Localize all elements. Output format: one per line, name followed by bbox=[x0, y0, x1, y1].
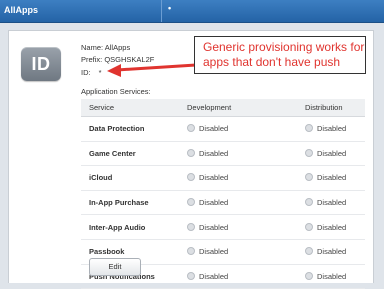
app-title: AllApps bbox=[4, 5, 39, 15]
development-status: Disabled bbox=[179, 141, 297, 167]
status-radio-icon bbox=[305, 271, 313, 280]
status-text: Disabled bbox=[317, 124, 347, 134]
services-table-header: Service Development Distribution bbox=[81, 99, 365, 117]
status-radio-icon bbox=[305, 173, 313, 182]
status-radio-icon bbox=[305, 148, 313, 157]
table-row: iCloud Disabled Disabled bbox=[81, 165, 365, 191]
distribution-status: Disabled bbox=[297, 165, 365, 191]
status-text: Disabled bbox=[317, 198, 347, 208]
development-status: Disabled bbox=[179, 190, 297, 216]
annotation-callout-text: Generic provisioning works for apps that… bbox=[203, 40, 365, 69]
status-text: Disabled bbox=[317, 247, 347, 257]
app-id-detail-panel: ID Name: AllApps Prefix: QSGHSKAL2F ID: *… bbox=[8, 30, 374, 289]
distribution-status: Disabled bbox=[297, 141, 365, 167]
status-radio-icon bbox=[187, 247, 195, 256]
distribution-status: Disabled bbox=[297, 264, 365, 289]
status-radio-icon bbox=[187, 271, 195, 280]
status-text: Disabled bbox=[317, 222, 347, 232]
title-bar-divider bbox=[161, 0, 162, 22]
column-header-distribution: Distribution bbox=[297, 99, 365, 117]
tab-marker[interactable]: • bbox=[168, 3, 171, 13]
status-radio-icon bbox=[305, 247, 313, 256]
application-services-heading: Application Services: bbox=[81, 87, 151, 96]
development-status: Disabled bbox=[179, 264, 297, 289]
table-row: Data Protection Disabled Disabled bbox=[81, 116, 365, 142]
status-radio-icon bbox=[187, 173, 195, 182]
distribution-status: Disabled bbox=[297, 214, 365, 240]
status-radio-icon bbox=[187, 124, 195, 133]
development-status: Disabled bbox=[179, 116, 297, 142]
status-text: Disabled bbox=[199, 271, 229, 281]
service-name: In-App Purchase bbox=[81, 190, 179, 216]
table-row: Game Center Disabled Disabled bbox=[81, 141, 365, 167]
status-radio-icon bbox=[187, 148, 195, 157]
status-text: Disabled bbox=[199, 173, 229, 183]
status-radio-icon bbox=[187, 222, 195, 231]
distribution-status: Disabled bbox=[297, 190, 365, 216]
status-text: Disabled bbox=[317, 173, 347, 183]
development-status: Disabled bbox=[179, 214, 297, 240]
status-text: Disabled bbox=[199, 198, 229, 208]
column-header-development: Development bbox=[179, 99, 297, 117]
column-header-service: Service bbox=[81, 99, 179, 117]
service-name: Inter-App Audio bbox=[81, 214, 179, 240]
distribution-status: Disabled bbox=[297, 116, 365, 142]
status-radio-icon bbox=[305, 198, 313, 207]
annotation-callout: Generic provisioning works for apps that… bbox=[194, 36, 366, 74]
service-name: iCloud bbox=[81, 165, 179, 191]
service-name: Game Center bbox=[81, 141, 179, 167]
table-row: In-App Purchase Disabled Disabled bbox=[81, 190, 365, 216]
service-name: Data Protection bbox=[81, 116, 179, 142]
status-text: Disabled bbox=[317, 148, 347, 158]
app-title-bar: AllApps • bbox=[0, 0, 384, 23]
table-row: Inter-App Audio Disabled Disabled bbox=[81, 214, 365, 240]
development-status: Disabled bbox=[179, 165, 297, 191]
status-radio-icon bbox=[187, 198, 195, 207]
status-text: Disabled bbox=[199, 148, 229, 158]
status-text: Disabled bbox=[317, 271, 347, 281]
status-radio-icon bbox=[305, 124, 313, 133]
edit-button[interactable]: Edit bbox=[89, 258, 141, 276]
status-text: Disabled bbox=[199, 222, 229, 232]
status-radio-icon bbox=[305, 222, 313, 231]
status-text: Disabled bbox=[199, 247, 229, 257]
status-text: Disabled bbox=[199, 124, 229, 134]
distribution-status: Disabled bbox=[297, 239, 365, 265]
development-status: Disabled bbox=[179, 239, 297, 265]
